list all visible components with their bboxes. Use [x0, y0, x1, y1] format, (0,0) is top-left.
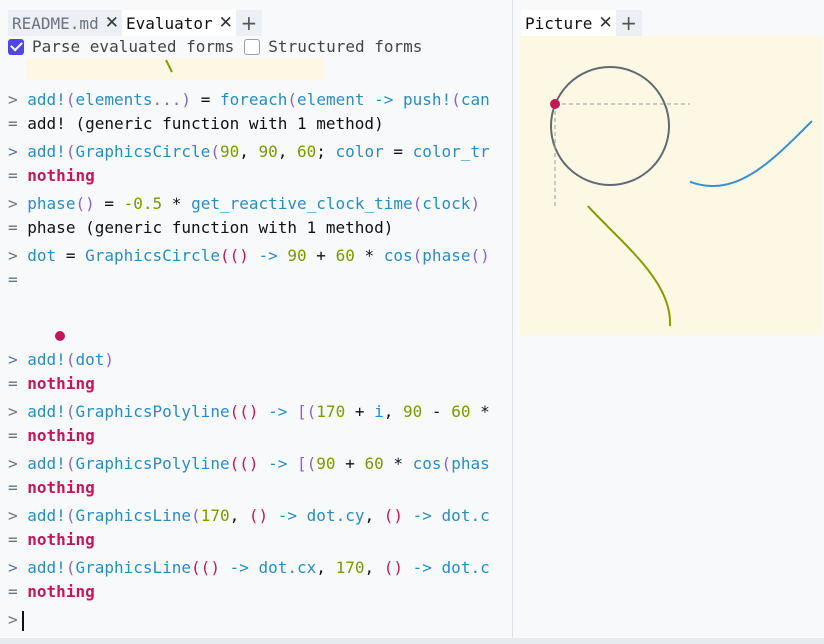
structured-forms-option[interactable]: Structured forms	[244, 37, 422, 56]
structured-forms-label: Structured forms	[268, 37, 423, 56]
input-line[interactable]: > add!(GraphicsLine(170, () -> dot.cy, (…	[8, 506, 490, 526]
evaluator-options: Parse evaluated forms Structured forms	[8, 37, 432, 56]
input-line[interactable]: > add!(GraphicsLine(() -> dot.cx, 170, (…	[8, 558, 490, 578]
evaluator-input[interactable]: >	[8, 610, 24, 631]
close-icon[interactable]: ✕	[105, 13, 119, 33]
result-line: = nothing	[8, 530, 95, 549]
input-line[interactable]: > add!(GraphicsCircle(90, 90, 60; color …	[8, 142, 490, 162]
input-line[interactable]: > dot = GraphicsCircle(() -> 90 + 60 * c…	[8, 246, 490, 266]
result-line: = nothing	[8, 166, 95, 185]
result-line: = nothing	[8, 374, 95, 393]
status-bar	[0, 638, 824, 644]
evaluator-pane: README.md ✕ Evaluator ✕ + Parse evaluate…	[0, 0, 512, 638]
scrolled-output-preview	[26, 58, 324, 80]
tab-evaluator[interactable]: Evaluator ✕	[121, 10, 236, 36]
graphics-dot	[550, 99, 560, 109]
result-line: = nothing	[8, 426, 95, 445]
result-line: = add! (generic function with 1 method)	[8, 114, 384, 133]
text-cursor	[21, 610, 24, 631]
add-tab-button[interactable]: +	[235, 10, 262, 36]
tab-readme-label: README.md	[12, 13, 99, 33]
evaluator-tab-bar: README.md ✕ Evaluator ✕ +	[8, 10, 262, 36]
sine-wave-top	[689, 120, 813, 187]
input-line[interactable]: > add!(GraphicsPolyline(() -> [(170 + i,…	[8, 402, 490, 422]
result-line: = nothing	[8, 582, 95, 601]
parse-evaluated-option[interactable]: Parse evaluated forms	[8, 37, 234, 56]
picture-canvas[interactable]	[520, 36, 823, 335]
input-line[interactable]: > add!(dot)	[8, 350, 114, 370]
input-line[interactable]: > add!(GraphicsPolyline(() -> [(90 + 60 …	[8, 454, 490, 474]
structured-forms-checkbox[interactable]	[244, 38, 261, 55]
result-line: = nothing	[8, 478, 95, 497]
result-line: = phase (generic function with 1 method)	[8, 218, 394, 237]
tab-picture[interactable]: Picture ✕	[521, 10, 616, 36]
graphics-svg	[550, 66, 813, 327]
input-line[interactable]: > phase() = -0.5 * get_reactive_clock_ti…	[8, 194, 480, 214]
picture-tab-bar: Picture ✕ +	[521, 10, 642, 36]
sine-wave-bottom	[587, 205, 671, 327]
parse-evaluated-checkbox[interactable]	[8, 38, 24, 55]
tab-evaluator-label: Evaluator	[125, 13, 213, 33]
result-line: =	[8, 270, 18, 289]
tab-readme[interactable]: README.md ✕	[8, 10, 122, 36]
add-tab-button[interactable]: +	[615, 10, 642, 36]
input-line[interactable]: > add!(elements...) = foreach(element ->…	[8, 90, 490, 110]
parse-evaluated-label: Parse evaluated forms	[32, 37, 235, 56]
graphics-circle	[550, 66, 670, 186]
close-icon[interactable]: ✕	[219, 13, 233, 33]
scrolled-curve-fragment	[165, 59, 173, 73]
close-icon[interactable]: ✕	[598, 13, 612, 33]
tab-picture-label: Picture	[525, 13, 593, 33]
dot-result-preview	[55, 331, 65, 341]
